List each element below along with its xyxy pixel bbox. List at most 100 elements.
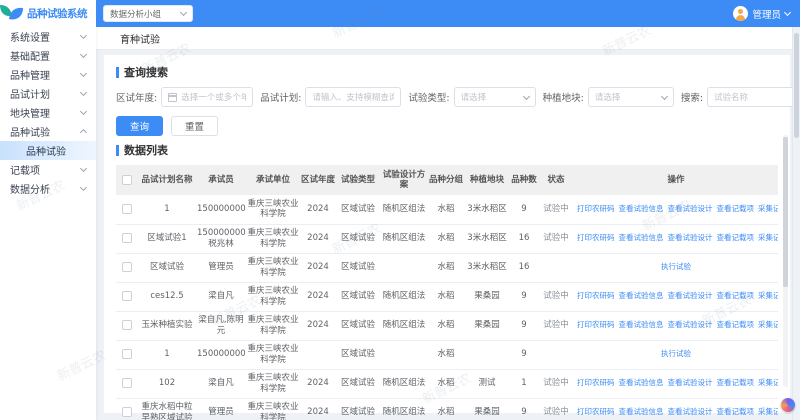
row-action-link[interactable]: 打印农研码 (577, 320, 615, 329)
table-cell: 2024 (300, 311, 336, 340)
row-checkbox[interactable] (122, 349, 132, 359)
row-action-link[interactable]: 查看试验信息 (619, 233, 664, 242)
table-header-row: 品试计划名称承试员承试单位区试年度试验类型试验设计方案品种分组种植地块品种数状态… (116, 165, 778, 195)
column-header: 试验设计方案 (380, 165, 428, 195)
row-action-link[interactable]: 采集记载项 (758, 291, 778, 300)
row-action-link[interactable]: 查看试验信息 (619, 320, 664, 329)
table-cell: 15000000001 (196, 195, 246, 224)
page-scrollbar[interactable] (792, 27, 800, 420)
row-action-link[interactable]: 查看试验信息 (619, 407, 664, 416)
table-cell: 区域试验 (336, 311, 380, 340)
table-cell: 2024 (300, 224, 336, 253)
row-action-link[interactable]: 查看试验设计 (668, 407, 713, 416)
row-action-link[interactable]: 打印农研码 (577, 291, 615, 300)
top-header: 品种试验系统 数据分析小组 管理员 (0, 0, 800, 27)
table-scrollbar[interactable] (783, 135, 788, 387)
org-selector[interactable]: 数据分析小组 (103, 5, 193, 22)
input-placeholder: 请输入、支持模糊查询选择 (312, 91, 394, 103)
table-cell: 果桑园 (464, 398, 510, 420)
row-action-link[interactable]: 采集记载项 (758, 204, 778, 213)
select-all-checkbox[interactable] (122, 175, 132, 185)
row-action-link[interactable]: 查看记载项 (717, 407, 755, 416)
sidebar-item[interactable]: 记载项 (0, 160, 96, 179)
row-checkbox[interactable] (122, 233, 132, 243)
row-action-link[interactable]: 查看记载项 (717, 291, 755, 300)
sidebar-item-label: 地块管理 (10, 105, 50, 120)
row-action-link[interactable]: 查看记载项 (717, 233, 755, 242)
table-cell: 管理员 (196, 398, 246, 420)
table-cell: 102 (138, 369, 196, 398)
row-checkbox[interactable] (122, 204, 132, 214)
row-action-link[interactable]: 查看试验信息 (619, 378, 664, 387)
row-action-link[interactable]: 采集记载项 (758, 407, 778, 416)
actions-cell: 打印农研码查看试验信息查看试验设计查看记载项采集记载项结束试验 (574, 224, 778, 253)
row-action-link[interactable]: 采集记载项 (758, 378, 778, 387)
select-input[interactable]: 请选择 (454, 87, 536, 107)
data-table: 品试计划名称承试员承试单位区试年度试验类型试验设计方案品种分组种植地块品种数状态… (116, 165, 778, 420)
avatar (733, 6, 748, 21)
column-header: 品试计划名称 (138, 165, 196, 195)
row-checkbox[interactable] (122, 407, 132, 417)
query-button[interactable]: 查询 (116, 116, 163, 136)
sidebar-item[interactable]: 品种管理 (0, 65, 96, 84)
row-action-link[interactable]: 采集记载项 (758, 233, 778, 242)
sidebar-item[interactable]: 品试计划 (0, 84, 96, 103)
sidebar-item[interactable]: 地块管理 (0, 103, 96, 122)
text-input[interactable]: 试验名称 (707, 87, 800, 107)
row-checkbox[interactable] (122, 320, 132, 330)
tab-breeding-test[interactable]: 育种试验 (120, 27, 160, 50)
actions-cell: 执行试验 (574, 253, 778, 282)
execute-test-link[interactable]: 执行试验 (661, 349, 691, 358)
sidebar-item-label: 品种管理 (10, 67, 50, 82)
row-action-link[interactable]: 打印农研码 (577, 378, 615, 387)
table-scrollbar-thumb[interactable] (783, 137, 788, 287)
user-menu[interactable]: 管理员 (733, 0, 790, 27)
table-row: 区域试验管理员重庆三峡农业科学院2024区域试验水稻3米水稻区16执行试验 (116, 253, 778, 282)
table-cell: 水稻 (428, 369, 464, 398)
sidebar-item[interactable]: 品种试验 (0, 122, 96, 141)
date-range-input[interactable]: 选择一个或多个年 (161, 87, 253, 107)
table-cell: 管理员 (196, 253, 246, 282)
actions-cell: 执行试验 (574, 340, 778, 369)
row-action-link[interactable]: 采集记载项 (758, 320, 778, 329)
sidebar-item[interactable]: 数据分析 (0, 179, 96, 198)
table-cell (300, 340, 336, 369)
page-scrollbar-thumb[interactable] (794, 33, 799, 138)
row-action-link[interactable]: 打印农研码 (577, 204, 615, 213)
sidebar-item[interactable]: 系统设置 (0, 27, 96, 46)
status-cell: 试验中 (538, 369, 574, 398)
table-cell: 重庆三峡农业科学院 (246, 311, 300, 340)
row-action-link[interactable]: 查看试验设计 (668, 233, 713, 242)
search-section-title-text: 查询搜索 (124, 64, 168, 80)
table-cell: 重庆三峡农业科学院 (246, 195, 300, 224)
select-input[interactable]: 请选择 (588, 87, 674, 107)
row-action-link[interactable]: 查看记载项 (717, 320, 755, 329)
row-action-link[interactable]: 查看试验信息 (619, 291, 664, 300)
row-action-link[interactable]: 查看记载项 (717, 204, 755, 213)
row-checkbox[interactable] (122, 378, 132, 388)
main-area: 育种试验 查询搜索 区试年度:选择一个或多个年品试计划:请输入、支持模糊查询选择… (96, 27, 800, 420)
row-action-link[interactable]: 查看记载项 (717, 378, 755, 387)
sidebar-item[interactable]: 基础配置 (0, 46, 96, 65)
row-action-link[interactable]: 打印农研码 (577, 407, 615, 416)
text-input[interactable]: 请输入、支持模糊查询选择 (305, 87, 401, 107)
row-action-link[interactable]: 打印农研码 (577, 233, 615, 242)
row-checkbox[interactable] (122, 291, 132, 301)
row-action-link[interactable]: 查看试验信息 (619, 204, 664, 213)
app-window: 品种试验系统 数据分析小组 管理员 系统设置基础配置品种管理品试计划地块管理品种… (0, 0, 800, 420)
row-checkbox[interactable] (122, 262, 132, 272)
search-field: 区试年度:选择一个或多个年 (116, 87, 253, 107)
table-cell: 重庆三峡农业科学院 (246, 398, 300, 420)
floating-widget-icon[interactable] (781, 398, 795, 412)
table-row: 重庆水稻中粒早熟区域试验管理员重庆三峡农业科学院2024区域试验随机区组法水稻果… (116, 398, 778, 420)
reset-button[interactable]: 重置 (171, 116, 218, 136)
table-cell (380, 340, 428, 369)
row-action-link[interactable]: 查看试验设计 (668, 378, 713, 387)
row-action-link[interactable]: 查看试验设计 (668, 204, 713, 213)
table-cell: 随机区组法 (380, 282, 428, 311)
select-placeholder: 请选择 (461, 91, 487, 103)
execute-test-link[interactable]: 执行试验 (661, 262, 691, 271)
row-action-link[interactable]: 查看试验设计 (668, 291, 713, 300)
row-action-link[interactable]: 查看试验设计 (668, 320, 713, 329)
sidebar-subitem[interactable]: 品种试验 (0, 141, 96, 160)
